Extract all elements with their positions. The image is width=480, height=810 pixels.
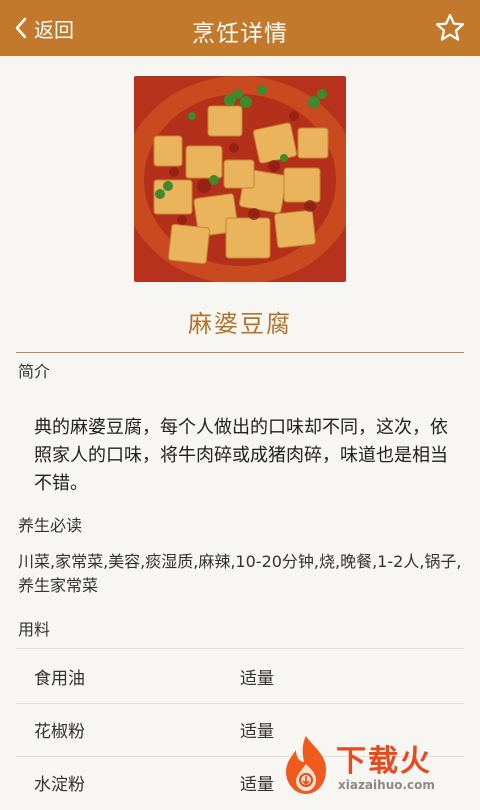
ingredient-qty: 适量 — [240, 669, 274, 689]
tags-text: 川菜,家常菜,美容,痰湿质,麻辣,10-20分钟,烧,晚餐,1-2人,锅子,养生… — [18, 552, 462, 595]
intro-heading: 简介 — [18, 362, 51, 381]
ingredient-qty: 适量 — [240, 722, 274, 742]
watermark-url: xiazaihuo.com — [338, 778, 435, 792]
top-bar: 返回 烹饪详情 — [0, 0, 480, 56]
dish-name: 麻婆豆腐 — [188, 310, 292, 338]
health-heading: 养生必读 — [18, 516, 83, 535]
divider — [16, 648, 464, 649]
dish-photo — [134, 76, 346, 282]
divider — [16, 352, 464, 353]
flame-icon — [286, 736, 326, 794]
page-title: 烹饪详情 — [192, 21, 288, 47]
favorite-star-icon[interactable] — [434, 12, 466, 44]
ingredient-name: 水淀粉 — [34, 775, 85, 795]
intro-text: 典的麻婆豆腐，每个人做出的口味却不同，这次，依照家人的口味，将牛肉碎或成猪肉碎，… — [34, 417, 448, 494]
ingredient-qty: 适量 — [240, 775, 274, 795]
ingredients-heading: 用料 — [18, 620, 51, 639]
watermark-logo: 下载火 xiazaihuo.com — [280, 734, 476, 798]
watermark-text: 下载火 — [336, 744, 432, 779]
ingredient-name: 花椒粉 — [34, 722, 85, 742]
ingredient-row: 食用油 适量 — [0, 652, 480, 704]
divider — [16, 703, 464, 704]
ingredient-name: 食用油 — [34, 669, 85, 689]
